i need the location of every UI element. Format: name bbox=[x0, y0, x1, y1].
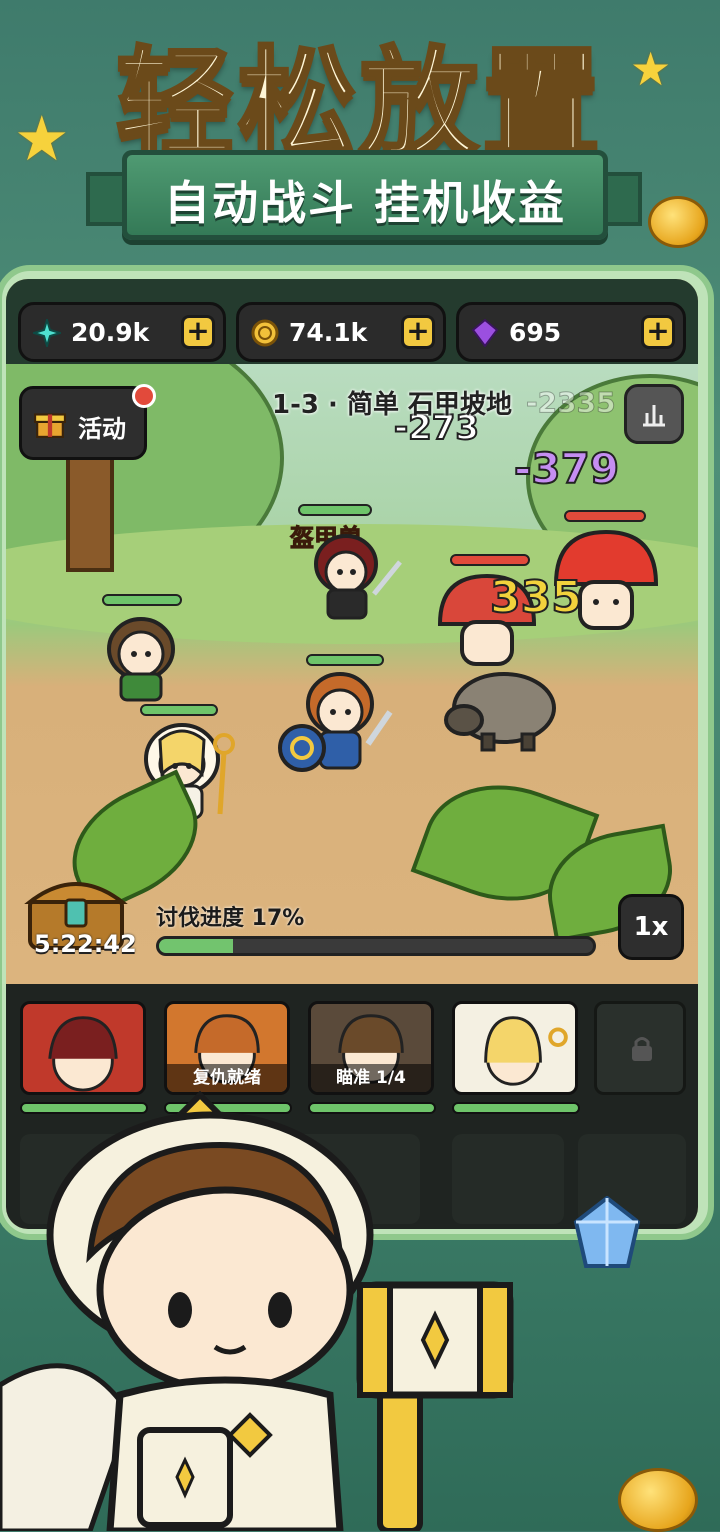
stats-button[interactable] bbox=[624, 384, 684, 444]
warrior-hero bbox=[278, 672, 393, 772]
knight-mascot bbox=[0, 1090, 514, 1531]
hero-card[interactable]: 复仇就绪 bbox=[164, 1001, 290, 1095]
subtitle-ribbon: 自动战斗 挂机收益 bbox=[122, 150, 608, 240]
rogue-hero bbox=[314, 534, 402, 620]
progress-label: 讨伐进度 17% bbox=[156, 906, 305, 931]
damage-number: -379 bbox=[513, 443, 620, 494]
resource-gold: 74.1k + bbox=[236, 302, 446, 362]
hero-card[interactable] bbox=[20, 1001, 146, 1095]
blue-crystal-icon bbox=[573, 1196, 641, 1268]
gold-coin-icon bbox=[251, 319, 279, 347]
chart-icon bbox=[643, 405, 665, 427]
hero-hp-bar bbox=[298, 504, 372, 516]
armadillo-enemy bbox=[444, 672, 556, 752]
lock-icon bbox=[632, 1037, 652, 1061]
add-gold-button[interactable]: + bbox=[401, 315, 435, 349]
resource-value: 20.9k bbox=[71, 318, 150, 347]
progress-track bbox=[156, 936, 596, 956]
hero-portrait bbox=[48, 1016, 118, 1092]
add-gem-button[interactable]: + bbox=[641, 315, 675, 349]
purple-gem-icon bbox=[471, 319, 499, 347]
gold-coin-icon bbox=[648, 196, 708, 248]
resource-bar: 20.9k + 74.1k + 695 + bbox=[6, 279, 698, 364]
activity-button[interactable]: 活动 bbox=[19, 386, 147, 460]
sparkle-icon bbox=[33, 319, 61, 347]
battle-scene: 盔甲兽 -273 -379 -2335 335 1-3 · 简单 石甲坡地 5:… bbox=[6, 364, 698, 984]
hero-portrait bbox=[484, 1016, 568, 1086]
resource-value: 695 bbox=[509, 318, 562, 347]
resource-gem: 695 + bbox=[456, 302, 686, 362]
hero-card[interactable]: 瞄准 1/4 bbox=[308, 1001, 434, 1095]
hit-number: 335 bbox=[489, 571, 583, 624]
resource-value: 74.1k bbox=[289, 318, 368, 347]
enemy-hp-bar bbox=[450, 554, 530, 566]
add-sparkle-button[interactable]: + bbox=[181, 315, 215, 349]
speed-button[interactable]: 1x bbox=[618, 894, 684, 960]
gold-coin-icon bbox=[618, 1468, 698, 1532]
activity-label: 活动 bbox=[78, 415, 126, 443]
progress-fill bbox=[159, 939, 233, 953]
locked-slot[interactable] bbox=[594, 1001, 686, 1095]
chest-timer: 5:22:42 bbox=[34, 930, 137, 958]
gift-icon bbox=[34, 413, 66, 438]
resource-sparkle: 20.9k + bbox=[18, 302, 226, 362]
archer-hero bbox=[107, 617, 175, 702]
enemy-hp-bar bbox=[564, 510, 646, 522]
subtitle-text: 自动战斗 挂机收益 bbox=[163, 176, 566, 230]
notification-dot bbox=[132, 384, 156, 408]
hero-card[interactable] bbox=[452, 1001, 578, 1095]
